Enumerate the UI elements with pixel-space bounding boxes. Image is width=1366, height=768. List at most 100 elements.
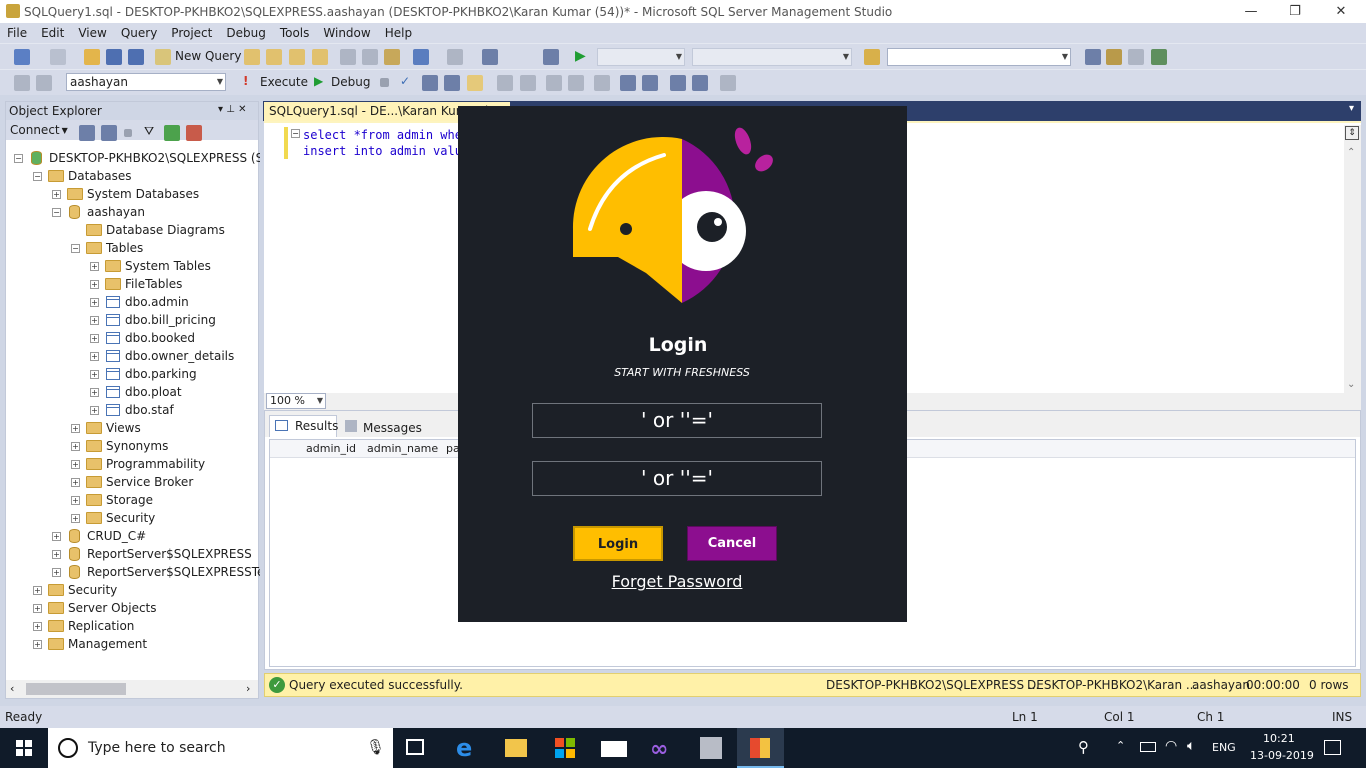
clock-date[interactable]: 13-09-2019 — [1250, 749, 1314, 762]
minimize-icon[interactable]: — — [1228, 0, 1274, 23]
horizontal-scrollbar[interactable]: ‹ › — [6, 680, 258, 698]
scroll-left-icon[interactable]: ‹ — [10, 682, 14, 695]
tree-node[interactable]: + dbo.booked — [6, 330, 260, 348]
collapse-icon[interactable]: − — [52, 208, 61, 217]
database-select[interactable]: aashayan ▼ — [66, 73, 226, 91]
query-xmla-icon[interactable] — [289, 49, 305, 65]
query-db-icon[interactable] — [244, 49, 260, 65]
expand-icon[interactable]: + — [33, 604, 42, 613]
volume-icon[interactable]: 🔈︎ — [1187, 738, 1195, 754]
menu-query[interactable]: Query — [114, 26, 164, 40]
tree-node[interactable]: + ReportServer$SQLEXPRESS — [6, 546, 260, 564]
start-icon[interactable]: ▶ — [575, 48, 586, 64]
collapse-icon[interactable]: − — [71, 244, 80, 253]
expand-icon[interactable]: + — [33, 622, 42, 631]
client-stats-icon[interactable] — [594, 75, 610, 91]
tree-node[interactable]: − Databases — [6, 168, 260, 186]
cut-icon[interactable] — [340, 49, 356, 65]
paste-icon[interactable] — [384, 49, 400, 65]
tab-list-icon[interactable]: ▾ — [1349, 103, 1354, 114]
expand-icon[interactable]: + — [33, 640, 42, 649]
tree-node[interactable]: + Security — [6, 510, 260, 528]
cancel-button[interactable]: Cancel — [687, 526, 777, 561]
tree-node[interactable]: + dbo.staf — [6, 402, 260, 420]
expand-icon[interactable]: + — [90, 280, 99, 289]
menu-tools[interactable]: Tools — [273, 26, 317, 40]
expand-icon[interactable]: + — [71, 424, 80, 433]
tree-node[interactable]: + Views — [6, 420, 260, 438]
results-file-icon[interactable] — [546, 75, 562, 91]
windows-start-icon[interactable] — [16, 740, 32, 756]
microphone-icon[interactable]: 🎙︎ — [366, 738, 385, 756]
refresh-icon[interactable] — [164, 125, 180, 141]
mail-icon[interactable] — [601, 741, 627, 757]
tree-node[interactable]: Database Diagrams — [6, 222, 260, 240]
redo-icon[interactable] — [447, 49, 463, 65]
scroll-right-icon[interactable]: › — [246, 682, 250, 695]
collapse-icon[interactable]: − — [33, 172, 42, 181]
menu-window[interactable]: Window — [316, 26, 377, 40]
uncomment-icon[interactable] — [642, 75, 658, 91]
solution-icon[interactable] — [543, 49, 559, 65]
new-query-button[interactable]: New Query — [175, 49, 241, 63]
file-explorer-icon[interactable] — [505, 739, 527, 757]
task-view-icon[interactable] — [406, 739, 424, 755]
query-designer-icon[interactable] — [444, 75, 460, 91]
intellisense-icon[interactable] — [467, 75, 483, 91]
query-dmx-icon[interactable] — [312, 49, 328, 65]
find-combo[interactable]: ▼ — [887, 48, 1071, 66]
expand-icon[interactable]: + — [90, 370, 99, 379]
menu-project[interactable]: Project — [164, 26, 219, 40]
menu-edit[interactable]: Edit — [34, 26, 71, 40]
tree-node[interactable]: + ReportServer$SQLEXPRESSTemp — [6, 564, 260, 582]
notifications-icon[interactable] — [1324, 740, 1341, 755]
tree-node[interactable]: + System Databases — [6, 186, 260, 204]
debug-icon[interactable]: ▶ — [314, 74, 323, 88]
edge-icon[interactable]: e — [456, 734, 472, 762]
tree-node[interactable]: + dbo.owner_details — [6, 348, 260, 366]
tree-node[interactable]: + Management — [6, 636, 260, 654]
pin-icon[interactable]: ▾ ⊥ ✕ — [218, 104, 246, 115]
people-icon[interactable]: ⚲ — [1078, 738, 1089, 756]
tree-node[interactable]: + FileTables — [6, 276, 260, 294]
scroll-thumb[interactable] — [26, 683, 126, 695]
collapse-region-icon[interactable]: − — [291, 129, 300, 138]
filter-icon[interactable]: ⛛ — [144, 124, 154, 139]
save-icon[interactable] — [106, 49, 122, 65]
execute-button[interactable]: Execute — [260, 75, 308, 89]
forget-password-link[interactable]: Forget Password — [458, 572, 896, 591]
tree-node[interactable]: + System Tables — [6, 258, 260, 276]
expand-icon[interactable]: + — [71, 460, 80, 469]
results-text-icon[interactable] — [497, 75, 513, 91]
expand-icon[interactable]: + — [52, 190, 61, 199]
zoom-select[interactable]: 100 % ▼ — [266, 393, 326, 409]
comment-icon[interactable] — [620, 75, 636, 91]
column-header[interactable]: admin_id — [306, 442, 356, 455]
menu-file[interactable]: File — [0, 26, 34, 40]
toolbox-icon[interactable] — [1151, 49, 1167, 65]
debug-button[interactable]: Debug — [331, 75, 370, 89]
include-plan-icon[interactable] — [568, 75, 584, 91]
expand-icon[interactable]: + — [71, 442, 80, 451]
scroll-down-icon[interactable]: ⌄ — [1347, 379, 1355, 390]
editor-vertical-scrollbar[interactable]: ⇕ ⌃ ⌄ — [1344, 125, 1361, 395]
collapse-icon[interactable]: − — [14, 154, 23, 163]
cancel-query-icon[interactable] — [380, 78, 389, 87]
tree-node[interactable]: − aashayan — [6, 204, 260, 222]
expand-icon[interactable]: + — [71, 496, 80, 505]
expand-icon[interactable]: + — [52, 568, 61, 577]
solution-platform-combo[interactable]: ▼ — [692, 48, 852, 66]
expand-icon[interactable]: + — [52, 532, 61, 541]
connect-dropdown-arrow-icon[interactable]: ▼ — [62, 126, 68, 135]
close-icon[interactable]: ✕ — [1318, 0, 1364, 23]
visual-studio-icon[interactable]: ∞ — [650, 737, 668, 762]
menu-debug[interactable]: Debug — [219, 26, 272, 40]
expand-icon[interactable]: + — [71, 478, 80, 487]
undo-icon[interactable] — [413, 49, 429, 65]
new-project-icon[interactable] — [14, 49, 30, 65]
parse-icon[interactable]: ✓ — [400, 74, 410, 88]
tree-node[interactable]: + Replication — [6, 618, 260, 636]
tree-node[interactable]: − DESKTOP-PKHBKO2\SQLEXPRESS (SQL — [6, 150, 260, 168]
column-header[interactable]: admin_name — [367, 442, 438, 455]
results-grid-icon[interactable] — [520, 75, 536, 91]
